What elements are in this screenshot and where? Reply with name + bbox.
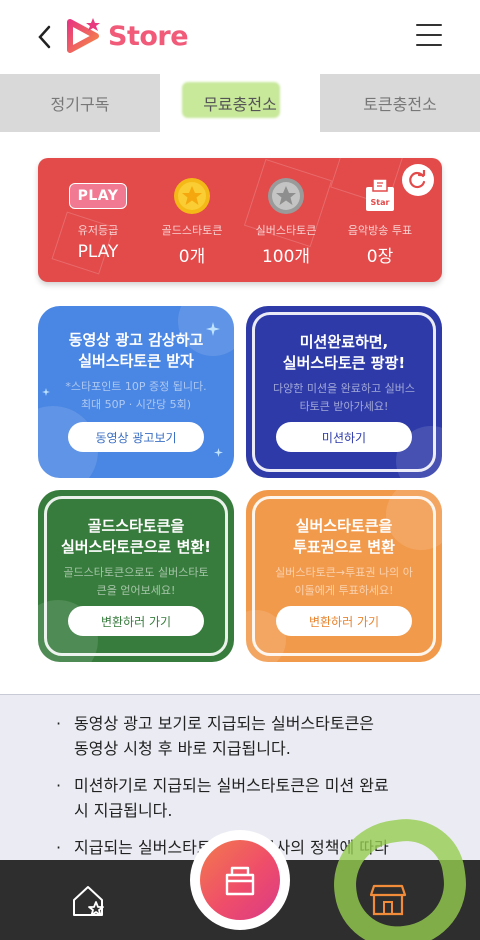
sparkle-icon: [206, 322, 220, 336]
stat-vote-ticket: Star 음악방송 투표 0장: [332, 176, 428, 267]
convert-gold-button[interactable]: 변환하러 가기: [68, 606, 204, 636]
stat-value: 0장: [366, 247, 394, 267]
menu-line: [416, 44, 442, 46]
card-title-line: 동영상 광고 감상하고: [68, 331, 204, 349]
video-ad-card[interactable]: 동영상 광고 감상하고 실버스타토큰 받자 *스타포인트 10P 증정 됩니다.…: [38, 306, 234, 478]
tab-free-charge-label: 무료충전소: [203, 95, 277, 114]
play-star-logo-icon: [67, 18, 100, 53]
stat-label: 음악방송 투표: [347, 224, 413, 237]
center-action-button[interactable]: [190, 830, 290, 930]
home-star-icon: [73, 886, 104, 916]
card-description-line: 골드스타토큰으로도 실버스타토: [63, 566, 209, 579]
hamburger-menu-button[interactable]: [416, 24, 442, 46]
tab-free-charge[interactable]: 무료충전소: [160, 74, 320, 132]
card-description-line: 이돌에게 투표하세요!: [294, 584, 394, 597]
info-item: 동영상 광고 보기로 지급되는 실버스타토큰은동영상 시청 후 바로 지급됩니다…: [56, 711, 440, 761]
card-description-line: 타토큰 받아가세요!: [299, 400, 389, 413]
stat-label: 실버스타토큰: [255, 224, 317, 237]
back-button[interactable]: [30, 22, 58, 52]
silver-to-vote-card[interactable]: 실버스타토큰을 투표권으로 변환 실버스타토큰→투표권 나의 아 이돌에게 투표…: [246, 490, 442, 662]
info-item: 미션하기로 지급되는 실버스타토큰은 미션 완료시 지급됩니다.: [56, 773, 440, 823]
card-description-line: 최대 50P · 시간당 5회): [80, 398, 192, 411]
mission-card[interactable]: 미션완료하면, 실버스타토큰 팡팡! 다양한 미션을 완료하고 실버스 타토큰 …: [246, 306, 442, 478]
store-logo[interactable]: Store: [66, 14, 189, 58]
gold-star-token-icon: [174, 178, 210, 214]
info-line: 시 지급됩니다.: [74, 801, 173, 820]
nav-home-button[interactable]: [70, 882, 110, 920]
card-description-line: 큰을 얻어보세요!: [96, 584, 176, 597]
info-line: 동영상 시청 후 바로 지급됩니다.: [74, 739, 291, 758]
shop-box-icon: [225, 866, 255, 896]
card-title-line: 투표권으로 변환: [293, 538, 395, 556]
stat-silver-token: 실버스타토큰 100개: [238, 176, 334, 267]
card-title-line: 실버스타토큰을: [295, 517, 393, 535]
stat-user-grade: PLAY 유저등급 PLAY: [50, 176, 146, 262]
sparkle-icon: [42, 388, 50, 396]
app-header: Store: [0, 0, 480, 74]
logo-text: Store: [108, 20, 189, 52]
card-description-line: 실버스타토큰→투표권 나의 아: [275, 566, 413, 579]
gold-to-silver-card[interactable]: 골드스타토큰을 실버스타토큰으로 변환! 골드스타토큰으로도 실버스타토 큰을 …: [38, 490, 234, 662]
card-description-line: 다양한 미션을 완료하고 실버스: [272, 382, 416, 395]
card-title-line: 실버스타토큰 받자: [78, 352, 194, 370]
sparkle-icon: [214, 448, 223, 457]
convert-silver-button[interactable]: 변환하러 가기: [276, 606, 412, 636]
chevron-left-icon: [38, 25, 51, 49]
info-line: 동영상 광고 보기로 지급되는 실버스타토큰은: [74, 714, 375, 733]
card-title-line: 실버스타토큰으로 변환!: [60, 538, 212, 556]
watch-video-ad-button[interactable]: 동영상 광고보기: [68, 422, 204, 452]
stat-value: PLAY: [77, 242, 119, 262]
card-title-line: 실버스타토큰 팡팡!: [282, 354, 406, 372]
tab-token-charge[interactable]: 토큰충전소: [320, 74, 480, 132]
tab-bar: 정기구독 무료충전소 토큰충전소: [0, 74, 480, 132]
menu-line: [416, 34, 442, 36]
stat-value: 100개: [261, 247, 311, 267]
center-action-fab: [200, 840, 280, 920]
play-badge: PLAY: [68, 183, 128, 209]
card-description-line: *스타포인트 10P 증정 됩니다.: [65, 380, 207, 393]
card-title-line: 미션완료하면,: [299, 333, 389, 351]
star-ticket-text: Star: [371, 198, 390, 207]
stat-value: 0개: [178, 247, 206, 267]
stat-label: 골드스타토큰: [161, 224, 223, 237]
info-line: 미션하기로 지급되는 실버스타토큰은 미션 완료: [74, 776, 389, 795]
stat-label: 유저등급: [77, 224, 119, 237]
tab-subscription[interactable]: 정기구독: [0, 74, 160, 132]
card-title-line: 골드스타토큰을: [87, 517, 185, 535]
menu-line: [416, 24, 442, 26]
mission-button[interactable]: 미션하기: [276, 422, 412, 452]
token-status-card: PLAY 유저등급 PLAY 골드스타토큰 0개 실버스타토큰 100개 Sta…: [38, 158, 442, 282]
silver-star-token-icon: [268, 178, 304, 214]
vote-ticket-icon: Star: [366, 178, 394, 211]
stat-gold-token: 골드스타토큰 0개: [144, 176, 240, 267]
